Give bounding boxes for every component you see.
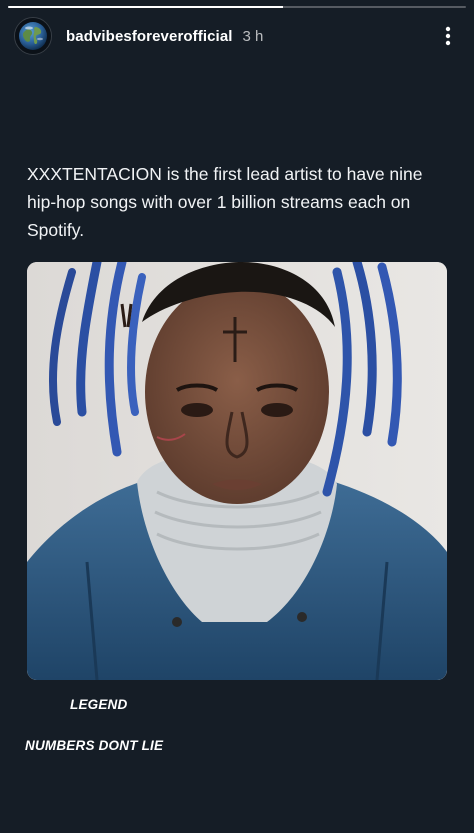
timestamp: 3 h bbox=[242, 27, 264, 45]
story-progress-bar bbox=[8, 6, 466, 8]
more-options-button[interactable] bbox=[436, 20, 460, 52]
avatar[interactable] bbox=[14, 17, 52, 55]
globe-icon bbox=[15, 18, 51, 54]
post-headline: XXXTENTACION is the first lead artist to… bbox=[27, 164, 423, 240]
artist-photo bbox=[27, 262, 447, 680]
legend-sticker: LEGEND bbox=[70, 697, 128, 712]
numbers-dont-lie-sticker: NUMBERS DONT LIE bbox=[25, 738, 164, 753]
more-vertical-icon bbox=[445, 26, 451, 46]
username[interactable]: badvibesforeverofficial bbox=[66, 28, 233, 45]
story-header: badvibesforeverofficial 3 h bbox=[14, 16, 460, 56]
story-progress-fill bbox=[8, 6, 283, 8]
